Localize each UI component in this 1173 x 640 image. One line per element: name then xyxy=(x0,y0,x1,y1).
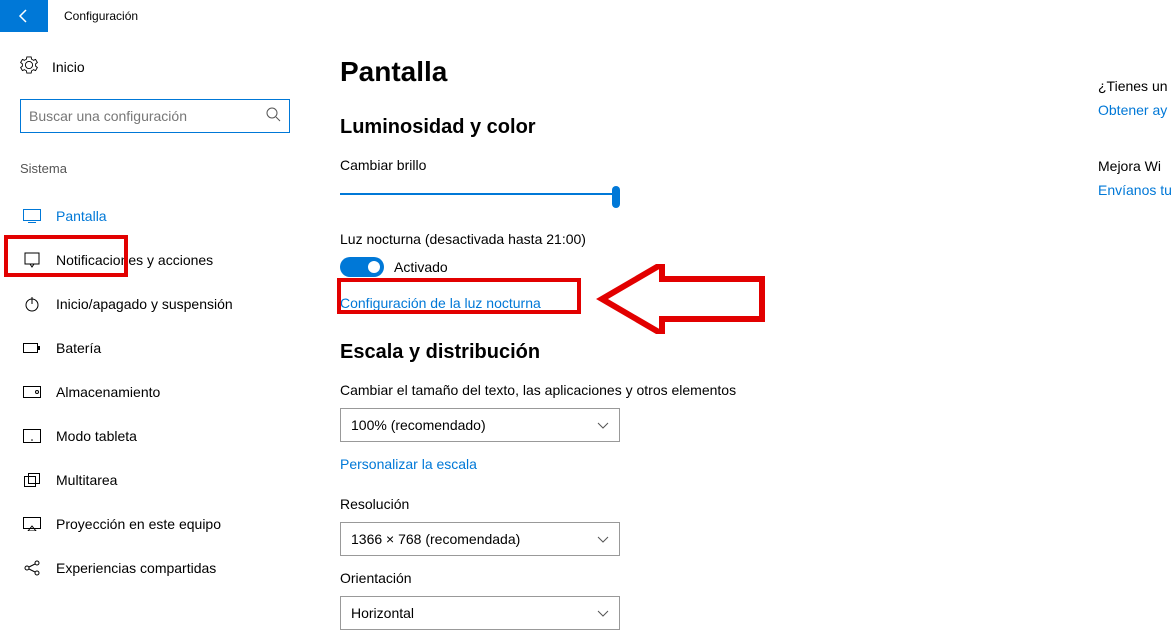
search-box[interactable] xyxy=(20,99,290,133)
sidebar-item-label: Pantalla xyxy=(56,208,107,224)
chevron-down-icon xyxy=(597,605,609,621)
search-input[interactable] xyxy=(29,108,265,124)
sidebar-item-bateria[interactable]: Batería xyxy=(20,326,310,370)
storage-icon xyxy=(22,386,42,398)
project-icon xyxy=(22,517,42,531)
sidebar-item-almacenamiento[interactable]: Almacenamiento xyxy=(20,370,310,414)
back-button[interactable] xyxy=(0,0,48,32)
feedback-link[interactable]: Envíanos tu xyxy=(1098,182,1173,198)
multitask-icon xyxy=(22,473,42,487)
sidebar-item-proyeccion[interactable]: Proyección en este equipo xyxy=(20,502,310,546)
nightlight-settings-link[interactable]: Configuración de la luz nocturna xyxy=(340,295,541,311)
sidebar-item-tableta[interactable]: Modo tableta xyxy=(20,414,310,458)
scale-select[interactable]: 100% (recomendado) xyxy=(340,408,620,442)
search-icon xyxy=(265,106,281,127)
sidebar-item-label: Modo tableta xyxy=(56,428,137,444)
aside-question: ¿Tienes un xyxy=(1098,78,1173,94)
content: Pantalla Luminosidad y color Cambiar bri… xyxy=(310,32,1173,640)
toggle-state-label: Activado xyxy=(394,259,448,275)
sidebar-item-notificaciones[interactable]: Notificaciones y acciones xyxy=(20,238,310,282)
aside-panel: ¿Tienes un Obtener ay Mejora Wi Envíanos… xyxy=(1098,78,1173,238)
scale-value: 100% (recomendado) xyxy=(351,417,486,433)
nightlight-label: Luz nocturna (desactivada hasta 21:00) xyxy=(340,231,1173,247)
sidebar: Inicio Sistema Pantalla Notificaciones y… xyxy=(0,32,310,640)
orientation-label: Orientación xyxy=(340,570,1173,586)
gear-icon xyxy=(20,56,38,77)
battery-icon xyxy=(22,342,42,354)
resolution-select[interactable]: 1366 × 768 (recomendada) xyxy=(340,522,620,556)
sidebar-item-pantalla[interactable]: Pantalla xyxy=(20,194,310,238)
sidebar-item-label: Experiencias compartidas xyxy=(56,560,216,576)
display-icon xyxy=(22,209,42,223)
power-icon xyxy=(22,296,42,312)
share-icon xyxy=(22,560,42,576)
home-link[interactable]: Inicio xyxy=(20,56,310,77)
sidebar-item-label: Batería xyxy=(56,340,101,356)
resolution-value: 1366 × 768 (recomendada) xyxy=(351,531,520,547)
aside-improve: Mejora Wi xyxy=(1098,158,1173,174)
home-label: Inicio xyxy=(52,59,85,75)
sidebar-item-label: Inicio/apagado y suspensión xyxy=(56,296,233,312)
brightness-label: Cambiar brillo xyxy=(340,157,1173,173)
slider-thumb[interactable] xyxy=(612,186,620,208)
nightlight-toggle[interactable] xyxy=(340,257,384,277)
sidebar-item-label: Almacenamiento xyxy=(56,384,160,400)
scale-label: Cambiar el tamaño del texto, las aplicac… xyxy=(340,382,1173,398)
orientation-value: Horizontal xyxy=(351,605,414,621)
sidebar-item-multitarea[interactable]: Multitarea xyxy=(20,458,310,502)
sidebar-item-label: Proyección en este equipo xyxy=(56,516,221,532)
orientation-select[interactable]: Horizontal xyxy=(340,596,620,630)
toggle-knob xyxy=(368,261,380,273)
chevron-down-icon xyxy=(597,417,609,433)
page-title: Pantalla xyxy=(340,56,1173,88)
titlebar: Configuración xyxy=(0,0,1173,32)
get-help-link[interactable]: Obtener ay xyxy=(1098,102,1173,118)
app-title: Configuración xyxy=(48,9,138,23)
sidebar-item-inicio-apagado[interactable]: Inicio/apagado y suspensión xyxy=(20,282,310,326)
tablet-icon xyxy=(22,429,42,443)
section-luminosidad: Luminosidad y color xyxy=(340,116,1173,139)
section-escala: Escala y distribución xyxy=(340,341,1173,364)
brightness-slider[interactable] xyxy=(340,183,620,207)
sidebar-item-label: Notificaciones y acciones xyxy=(56,252,213,268)
sidebar-category: Sistema xyxy=(20,161,310,176)
resolution-label: Resolución xyxy=(340,496,1173,512)
slider-track xyxy=(340,193,620,195)
custom-scale-link[interactable]: Personalizar la escala xyxy=(340,456,477,472)
notifications-icon xyxy=(22,252,42,268)
arrow-left-icon xyxy=(14,6,34,26)
sidebar-item-label: Multitarea xyxy=(56,472,117,488)
sidebar-item-experiencias[interactable]: Experiencias compartidas xyxy=(20,546,310,590)
chevron-down-icon xyxy=(597,531,609,547)
